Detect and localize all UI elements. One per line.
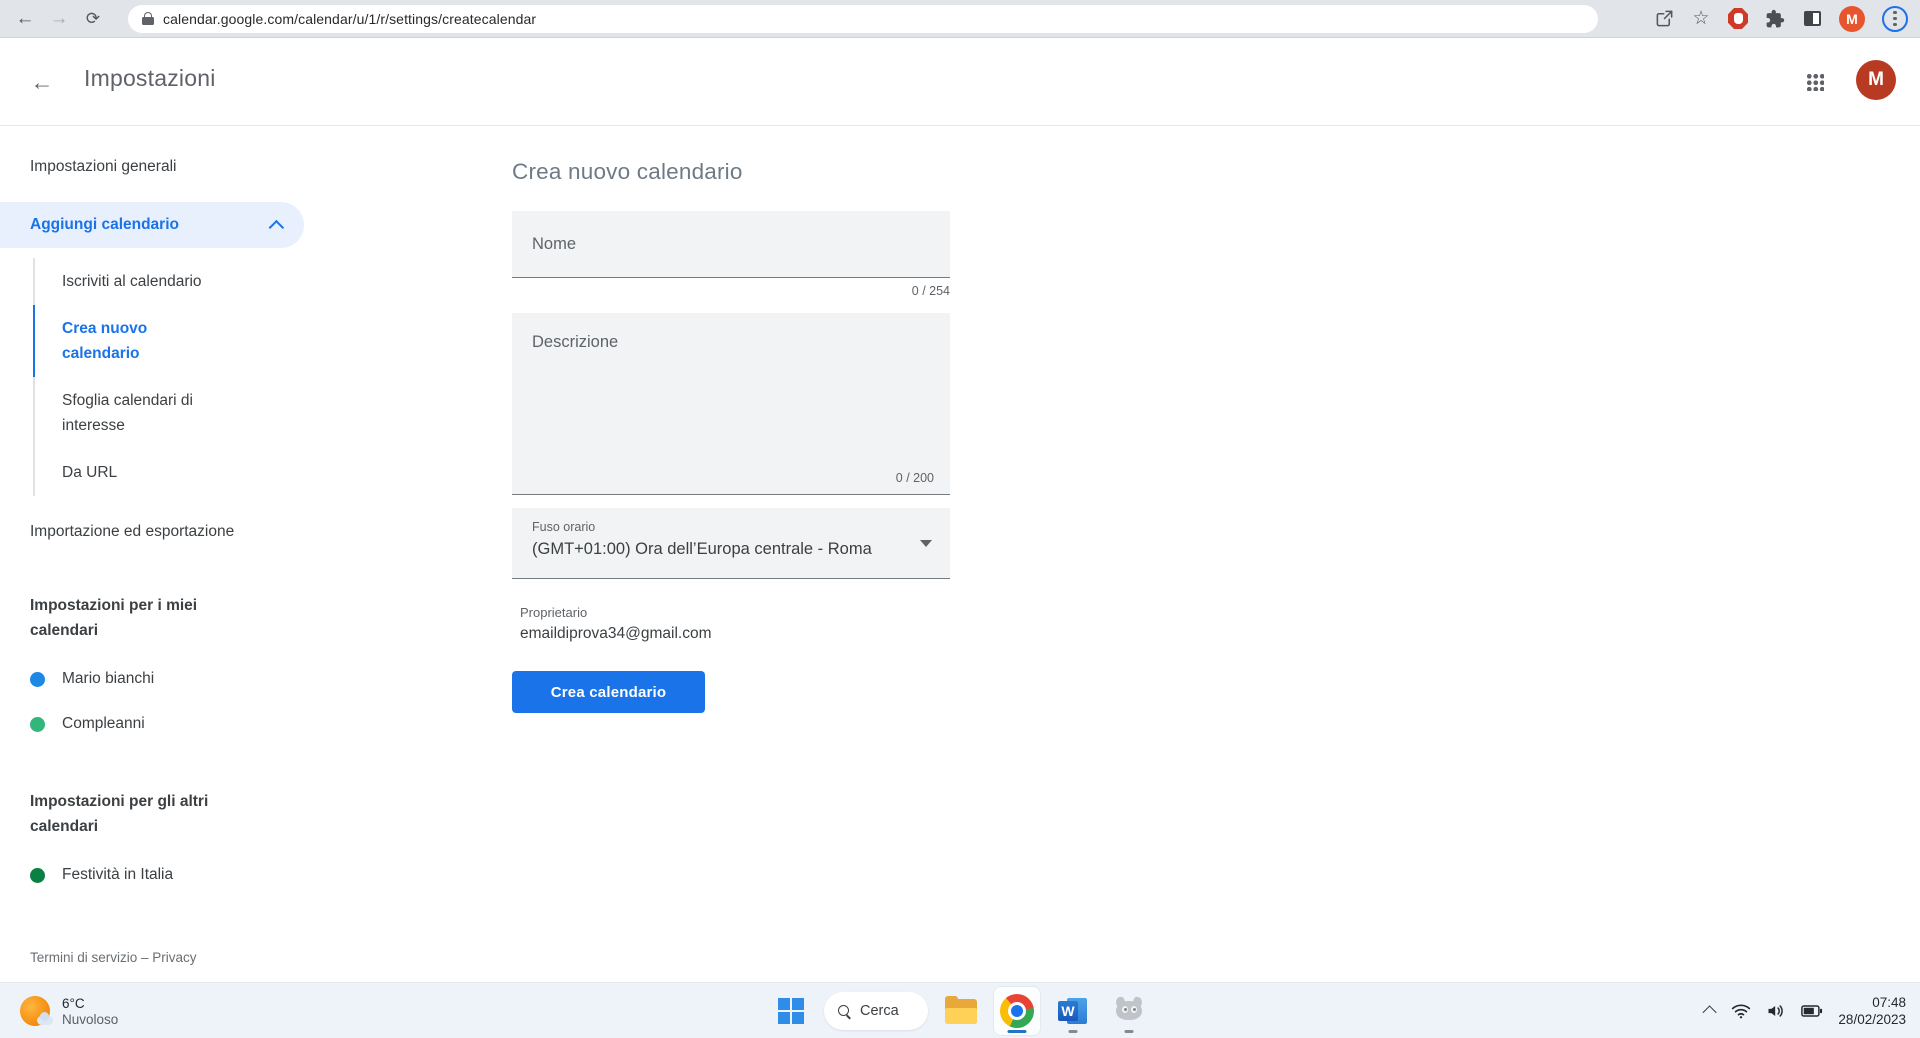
sidebar-item-create-calendar[interactable]: Crea nuovo calendario xyxy=(33,305,198,377)
calendar-color-dot xyxy=(30,868,45,883)
browser-forward-icon[interactable]: → xyxy=(42,4,76,34)
name-field xyxy=(512,211,950,278)
settings-back-icon[interactable]: ← xyxy=(26,66,58,98)
sidebar-item-general[interactable]: Impostazioni generali xyxy=(30,158,512,178)
browser-menu-icon[interactable] xyxy=(1882,6,1908,32)
sidebar-add-calendar-label: Aggiungi calendario xyxy=(30,216,179,234)
volume-icon[interactable] xyxy=(1766,1002,1786,1020)
word-icon: W xyxy=(1058,996,1088,1026)
sidebar-item-browse-calendars[interactable]: Sfoglia calendari di interesse xyxy=(62,377,227,449)
adblock-extension-icon[interactable] xyxy=(1728,9,1748,29)
calendar-color-dot xyxy=(30,672,45,687)
running-app-indicator xyxy=(1069,1030,1078,1034)
battery-icon[interactable] xyxy=(1801,1003,1823,1019)
add-calendar-submenu: Iscriviti al calendario Crea nuovo calen… xyxy=(33,258,512,496)
windows-taskbar: 6°C Nuvoloso Cerca W xyxy=(0,982,1920,1038)
timezone-select[interactable]: Fuso orario (GMT+01:00) Ora dell’Europa … xyxy=(512,508,950,579)
weather-temperature: 6°C xyxy=(62,996,118,1011)
timezone-value: (GMT+01:00) Ora dell’Europa centrale - R… xyxy=(532,540,872,559)
owner-email: emaildiprova34@gmail.com xyxy=(520,625,950,643)
owner-section: Proprietario emaildiprova34@gmail.com xyxy=(512,605,950,643)
create-calendar-button[interactable]: Crea calendario xyxy=(512,671,705,713)
owner-label: Proprietario xyxy=(520,605,950,620)
search-placeholder: Cerca xyxy=(860,1003,899,1019)
clock-time: 07:48 xyxy=(1872,995,1906,1011)
dropdown-arrow-icon xyxy=(920,540,932,547)
windows-logo-icon xyxy=(778,998,804,1024)
file-explorer-button[interactable] xyxy=(938,987,984,1035)
url-text[interactable]: calendar.google.com/calendar/u/1/r/setti… xyxy=(163,11,536,27)
browser-profile-avatar[interactable]: M xyxy=(1839,6,1865,32)
name-counter: 0 / 254 xyxy=(512,284,950,298)
address-bar[interactable]: calendar.google.com/calendar/u/1/r/setti… xyxy=(128,5,1598,33)
calendar-color-dot xyxy=(30,717,45,732)
weather-sun-cloud-icon xyxy=(18,994,52,1028)
taskbar-center: Cerca W xyxy=(768,983,1152,1038)
timezone-label: Fuso orario xyxy=(532,520,595,534)
sidebar-item-subscribe[interactable]: Iscriviti al calendario xyxy=(62,258,227,305)
description-input[interactable] xyxy=(512,313,950,463)
description-field: 0 / 200 xyxy=(512,313,950,495)
browser-toolbar: ← → ⟳ calendar.google.com/calendar/u/1/r… xyxy=(0,0,1920,38)
my-calendars-heading: Impostazioni per i miei calendari xyxy=(30,593,245,643)
system-tray: 07:48 28/02/2023 xyxy=(1706,983,1906,1038)
sidebar-item-import-export[interactable]: Importazione ed esportazione xyxy=(30,523,512,543)
lock-icon[interactable] xyxy=(142,12,154,26)
wifi-icon[interactable] xyxy=(1731,1002,1751,1020)
clock-date: 28/02/2023 xyxy=(1838,1012,1906,1028)
sidebar-item-add-calendar[interactable]: Aggiungi calendario xyxy=(0,202,304,248)
calendar-label: Festività in Italia xyxy=(62,866,173,884)
sidebar-item-from-url[interactable]: Da URL xyxy=(62,449,227,496)
terms-privacy-links[interactable]: Termini di servizio – Privacy xyxy=(30,950,197,965)
active-app-indicator xyxy=(1008,1030,1027,1034)
name-input[interactable] xyxy=(512,211,950,277)
chevron-up-icon xyxy=(269,219,285,235)
tray-chevron-up-icon[interactable] xyxy=(1706,1006,1716,1016)
weather-description: Nuvoloso xyxy=(62,1012,118,1027)
chrome-icon xyxy=(1000,994,1034,1028)
bookmark-star-icon[interactable]: ☆ xyxy=(1691,9,1711,29)
file-explorer-icon xyxy=(945,999,977,1024)
other-calendars-heading: Impostazioni per gli altri calendari xyxy=(30,789,245,839)
chrome-button[interactable] xyxy=(994,987,1040,1035)
search-icon xyxy=(838,1005,851,1018)
calendar-label: Compleanni xyxy=(62,715,145,733)
browser-actions: ☆ M xyxy=(1654,6,1920,32)
gimp-icon xyxy=(1114,997,1144,1025)
share-icon[interactable] xyxy=(1654,9,1674,29)
browser-back-icon[interactable]: ← xyxy=(8,4,42,34)
settings-header: ← Impostazioni M xyxy=(0,38,1920,126)
side-panel-icon[interactable] xyxy=(1802,9,1822,29)
gimp-button[interactable] xyxy=(1106,987,1152,1035)
word-button[interactable]: W xyxy=(1050,987,1096,1035)
taskbar-search[interactable]: Cerca xyxy=(824,992,928,1030)
sidebar-item-calendar-festivita[interactable]: Festività in Italia xyxy=(30,866,512,884)
taskbar-clock[interactable]: 07:48 28/02/2023 xyxy=(1838,995,1906,1028)
running-app-indicator xyxy=(1125,1030,1134,1034)
sidebar-item-calendar-compleanni[interactable]: Compleanni xyxy=(30,715,512,733)
extensions-puzzle-icon[interactable] xyxy=(1765,9,1785,29)
sidebar-item-calendar-mario[interactable]: Mario bianchi xyxy=(30,670,512,688)
create-calendar-form: Crea nuovo calendario 0 / 254 0 / 200 Fu… xyxy=(512,126,950,713)
description-counter: 0 / 200 xyxy=(896,471,934,485)
page-title: Impostazioni xyxy=(84,65,216,92)
settings-sidebar: Impostazioni generali Aggiungi calendari… xyxy=(0,126,512,884)
form-title: Crea nuovo calendario xyxy=(512,159,950,185)
account-avatar[interactable]: M xyxy=(1856,60,1896,100)
browser-reload-icon[interactable]: ⟳ xyxy=(76,4,110,34)
weather-widget[interactable]: 6°C Nuvoloso xyxy=(18,983,118,1038)
calendar-label: Mario bianchi xyxy=(62,670,154,688)
start-button[interactable] xyxy=(768,987,814,1035)
google-apps-grid-icon[interactable] xyxy=(1807,74,1824,91)
